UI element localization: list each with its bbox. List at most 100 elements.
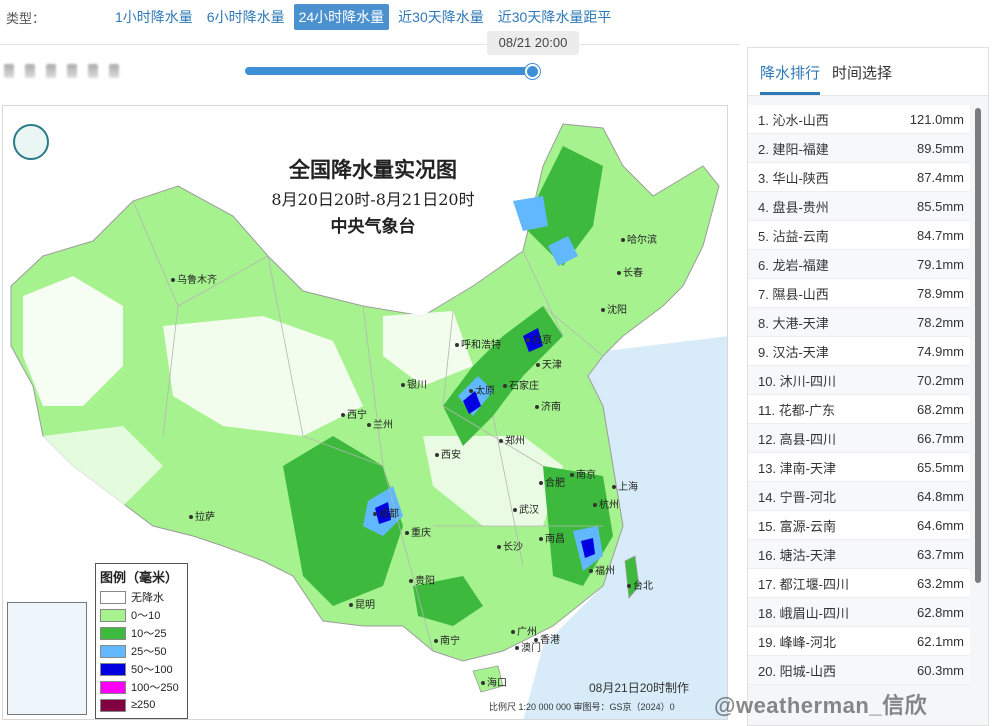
type-selector-bar: 类型： 1小时降水量 6小时降水量 24小时降水量 近30天降水量 近30天降水… bbox=[0, 0, 993, 34]
ranking-row[interactable]: 16. 塘沽-天津 63.7mm bbox=[748, 540, 970, 569]
ranking-row[interactable]: 14. 宁晋-河北 64.8mm bbox=[748, 482, 970, 511]
station-name: 14. 宁晋-河北 bbox=[758, 489, 837, 505]
station-name: 4. 盘县-贵州 bbox=[758, 199, 829, 215]
tab-30d-anomaly[interactable]: 近30天降水量距平 bbox=[493, 4, 617, 30]
precip-value: 78.2mm bbox=[917, 314, 964, 330]
legend-label: 100～250 bbox=[131, 682, 179, 694]
city-label: 银川 bbox=[401, 376, 427, 391]
city-label: 济南 bbox=[535, 398, 561, 413]
city-label: 西宁 bbox=[341, 406, 367, 421]
ranking-row[interactable]: 6. 龙岩-福建 79.1mm bbox=[748, 250, 970, 279]
city-label: 西安 bbox=[435, 446, 461, 461]
tab-30d-precip[interactable]: 近30天降水量 bbox=[393, 4, 489, 30]
precip-value: 65.5mm bbox=[917, 459, 964, 475]
station-name: 16. 塘沽-天津 bbox=[758, 547, 837, 563]
city-label: 台北 bbox=[627, 577, 653, 592]
legend-item: 无降水 bbox=[100, 588, 183, 606]
map-scale: 比例尺 1:20 000 000 审图号：GS京（2024）0 bbox=[489, 702, 675, 712]
ranking-row[interactable]: 4. 盘县-贵州 85.5mm bbox=[748, 192, 970, 221]
city-label: 南京 bbox=[570, 466, 596, 481]
ranking-row[interactable]: 2. 建阳-福建 89.5mm bbox=[748, 134, 970, 163]
type-tabs: 1小时降水量 6小时降水量 24小时降水量 近30天降水量 近30天降水量距平 bbox=[110, 4, 616, 30]
precip-value: 89.5mm bbox=[917, 140, 964, 156]
station-name: 8. 大港-天津 bbox=[758, 315, 829, 331]
ranking-list[interactable]: 1. 沁水-山西 121.0mm 2. 建阳-福建 89.5mm 3. 华山-陕西 87.… bbox=[748, 105, 970, 685]
legend-swatch bbox=[100, 608, 126, 622]
ranking-row[interactable]: 15. 富源-云南 64.6mm bbox=[748, 511, 970, 540]
time-slider[interactable] bbox=[245, 64, 541, 79]
tab-precip-ranking[interactable]: 降水排行 bbox=[760, 62, 821, 95]
city-label: 上海 bbox=[612, 478, 638, 493]
tab-time-select[interactable]: 时间选择 bbox=[832, 62, 892, 95]
city-label: 拉萨 bbox=[189, 508, 215, 523]
city-label: 南宁 bbox=[434, 632, 460, 647]
ranking-scrollbar[interactable] bbox=[975, 108, 981, 583]
slider-track[interactable] bbox=[245, 67, 533, 75]
station-name: 17. 都江堰-四川 bbox=[758, 576, 850, 592]
made-time: 08月21日20时制作 bbox=[589, 681, 690, 695]
legend-label: 50～100 bbox=[131, 664, 173, 676]
map-organization: 中央气象台 bbox=[330, 217, 416, 237]
legend-label: ≥250 bbox=[131, 699, 156, 711]
city-label: 合肥 bbox=[539, 474, 565, 489]
ranking-row[interactable]: 7. 隰县-山西 78.9mm bbox=[748, 279, 970, 308]
last-frame-icon[interactable] bbox=[88, 64, 98, 78]
slider-thumb[interactable] bbox=[525, 64, 540, 79]
city-label: 郑州 bbox=[499, 432, 525, 447]
south-china-sea-inset bbox=[7, 602, 87, 715]
city-label: 哈尔滨 bbox=[621, 231, 657, 246]
station-name: 9. 汉沽-天津 bbox=[758, 344, 829, 360]
ranking-row[interactable]: 10. 沐川-四川 70.2mm bbox=[748, 366, 970, 395]
precip-value: 63.7mm bbox=[917, 546, 964, 562]
ranking-row[interactable]: 9. 汉沽-天津 74.9mm bbox=[748, 337, 970, 366]
tab-1h-precip[interactable]: 1小时降水量 bbox=[110, 4, 198, 30]
ranking-row[interactable]: 17. 都江堰-四川 63.2mm bbox=[748, 569, 970, 598]
precip-value: 87.4mm bbox=[917, 169, 964, 185]
precipitation-map[interactable]: 全国降水量实况图 8月20日20时-8月21日20时 中央气象台 乌鲁木齐 哈尔… bbox=[2, 105, 728, 720]
precip-value: 85.5mm bbox=[917, 198, 964, 214]
app-root: 类型： 1小时降水量 6小时降水量 24小时降水量 近30天降水量 近30天降水… bbox=[0, 0, 993, 726]
station-name: 20. 阳城-山西 bbox=[758, 663, 837, 679]
station-name: 18. 峨眉山-四川 bbox=[758, 605, 850, 621]
legend-label: 无降水 bbox=[131, 592, 164, 604]
legend-swatch bbox=[100, 698, 126, 712]
station-name: 10. 沐川-四川 bbox=[758, 373, 837, 389]
ranking-row[interactable]: 11. 花都-广东 68.2mm bbox=[748, 395, 970, 424]
city-label: 太原 bbox=[469, 382, 495, 397]
station-name: 15. 富源-云南 bbox=[758, 518, 837, 534]
city-label: 长沙 bbox=[497, 538, 523, 553]
ranking-row[interactable]: 8. 大港-天津 78.2mm bbox=[748, 308, 970, 337]
station-name: 12. 高县-四川 bbox=[758, 431, 837, 447]
legend-swatch bbox=[100, 590, 126, 604]
ranking-row[interactable]: 13. 津南-天津 65.5mm bbox=[748, 453, 970, 482]
ranking-row[interactable]: 19. 峰峰-河北 62.1mm bbox=[748, 627, 970, 656]
legend-item: 25～50 bbox=[100, 642, 183, 660]
ranking-row[interactable]: 1. 沁水-山西 121.0mm bbox=[748, 105, 970, 134]
legend-item: ≥250 bbox=[100, 696, 183, 714]
type-label: 类型： bbox=[6, 10, 46, 26]
precip-value: 121.0mm bbox=[909, 111, 964, 127]
city-label: 南昌 bbox=[539, 530, 565, 545]
precip-value: 64.6mm bbox=[917, 517, 964, 533]
step-back-icon[interactable] bbox=[25, 64, 35, 78]
ranking-row[interactable]: 5. 沾益-云南 84.7mm bbox=[748, 221, 970, 250]
playback-controls[interactable] bbox=[4, 60, 166, 82]
ranking-row[interactable]: 20. 阳城-山西 60.3mm bbox=[748, 656, 970, 685]
play-icon[interactable] bbox=[4, 64, 14, 78]
ranking-row[interactable]: 12. 高县-四川 66.7mm bbox=[748, 424, 970, 453]
step-forward-icon[interactable] bbox=[46, 64, 56, 78]
loop-icon[interactable] bbox=[109, 64, 119, 78]
city-label: 天津 bbox=[536, 356, 562, 371]
ranking-panel: 降水排行 时间选择 1. 沁水-山西 121.0mm 2. 建阳-福建 89.5mm 3… bbox=[747, 47, 989, 726]
precip-value: 62.8mm bbox=[917, 604, 964, 620]
station-name: 7. 隰县-山西 bbox=[758, 286, 829, 302]
city-label: 长春 bbox=[617, 264, 643, 279]
city-label: 沈阳 bbox=[601, 301, 627, 316]
ranking-row[interactable]: 3. 华山-陕西 87.4mm bbox=[748, 163, 970, 192]
city-label: 兰州 bbox=[367, 416, 393, 431]
tab-24h-precip[interactable]: 24小时降水量 bbox=[293, 4, 390, 30]
legend-swatch bbox=[100, 644, 126, 658]
ranking-row[interactable]: 18. 峨眉山-四川 62.8mm bbox=[748, 598, 970, 627]
tab-6h-precip[interactable]: 6小时降水量 bbox=[202, 4, 290, 30]
first-frame-icon[interactable] bbox=[67, 64, 77, 78]
